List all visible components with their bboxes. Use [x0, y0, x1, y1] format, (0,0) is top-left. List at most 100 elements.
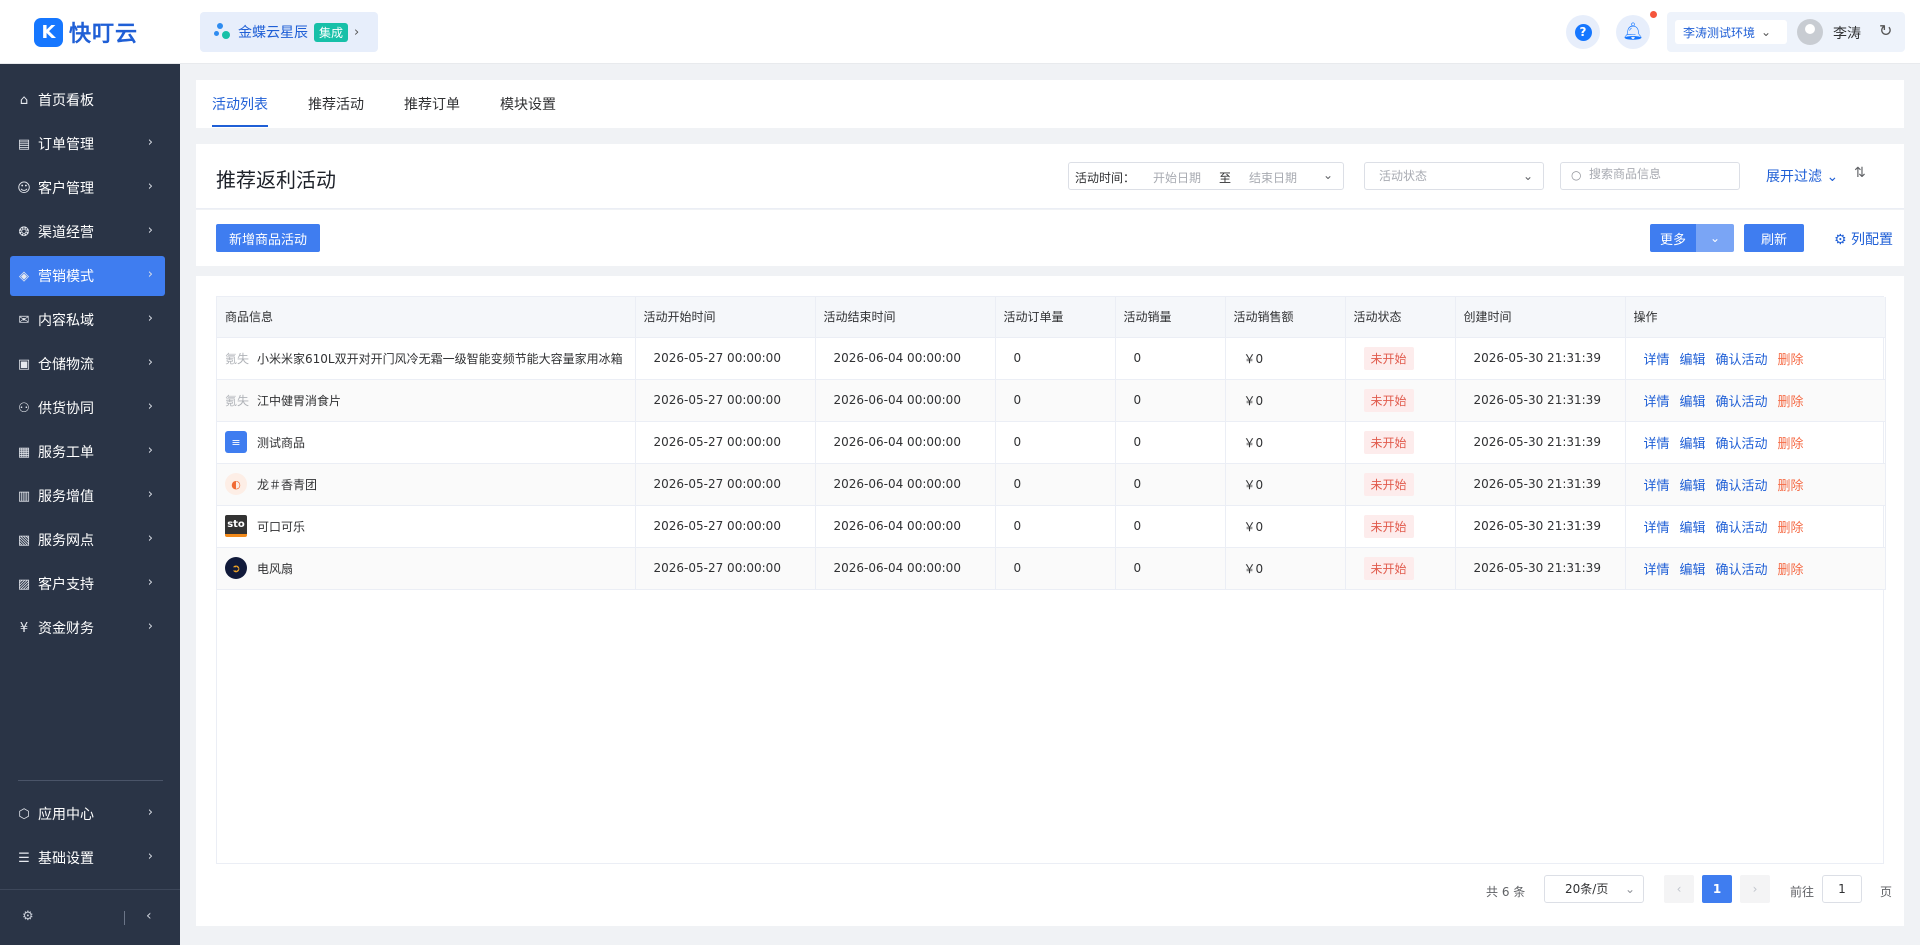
- detail-link[interactable]: 详情: [1644, 479, 1670, 494]
- warehouse-icon: ▣: [17, 356, 31, 372]
- sidebar-item-ticket[interactable]: ▦ 服务工单 ›: [10, 432, 165, 472]
- sidebar-divider: [18, 780, 163, 781]
- more-button-label[interactable]: 更多: [1650, 224, 1696, 252]
- expand-filter-button[interactable]: 展开过滤 ⌄: [1766, 166, 1838, 186]
- title-bar: 推荐返利活动 活动时间： 开始日期 至 结束日期 ⌄ 活动状态 ⌄ ○ 展开过滤…: [196, 144, 1904, 209]
- cell-amount: ￥0: [1225, 505, 1346, 548]
- avatar[interactable]: [1797, 19, 1823, 45]
- sidebar-item-settings-list[interactable]: ☰ 基础设置 ›: [10, 838, 165, 878]
- table-row: ➲ 电风扇 2026-05-27 00:00:00 2026-06-04 00:00:…: [217, 547, 1886, 590]
- detail-link[interactable]: 详情: [1644, 395, 1670, 410]
- product-name: 测试商品: [257, 435, 306, 450]
- cell-start: 2026-05-27 00:00:00: [635, 463, 816, 506]
- tab-recommended-orders[interactable]: 推荐订单: [404, 94, 460, 114]
- edit-link[interactable]: 编辑: [1680, 395, 1706, 410]
- collapse-sidebar-icon[interactable]: ‹: [146, 908, 152, 924]
- delete-link[interactable]: 删除: [1778, 395, 1804, 410]
- cell-orders: 0: [995, 505, 1116, 548]
- sidebar-item-yuan[interactable]: ¥ 资金财务 ›: [10, 608, 165, 648]
- table-row: sto 可口可乐 2026-05-27 00:00:00 2026-06-04 00:…: [217, 505, 1886, 548]
- detail-link[interactable]: 详情: [1644, 353, 1670, 368]
- refresh-icon[interactable]: ↻: [1879, 21, 1892, 40]
- activity-date-range[interactable]: 活动时间： 开始日期 至 结束日期 ⌄: [1068, 162, 1344, 190]
- prev-page-button[interactable]: ‹: [1664, 875, 1694, 903]
- delete-link[interactable]: 删除: [1778, 437, 1804, 452]
- sidebar-item-support[interactable]: ▨ 客户支持 ›: [10, 564, 165, 604]
- add-product-activity-button[interactable]: 新增商品活动: [216, 224, 320, 252]
- edit-link[interactable]: 编辑: [1680, 437, 1706, 452]
- sidebar-item-tag[interactable]: ◈ 营销模式 ›: [10, 256, 165, 296]
- delete-link[interactable]: 删除: [1778, 521, 1804, 536]
- tab-module-settings[interactable]: 模块设置: [500, 94, 556, 114]
- delete-link[interactable]: 删除: [1778, 563, 1804, 578]
- table-body: 氪失 小米米家610L双开对开门风冷无霜一级智能变频节能大容量家用冰箱 2026-0…: [217, 337, 1886, 590]
- start-date-input[interactable]: 开始日期: [1153, 169, 1201, 186]
- confirm-activity-link[interactable]: 确认活动: [1716, 563, 1768, 578]
- chevron-right-icon: ›: [147, 179, 153, 194]
- sidebar-item-app-center[interactable]: ⬡ 应用中心 ›: [10, 794, 165, 834]
- delete-link[interactable]: 删除: [1778, 353, 1804, 368]
- chevron-right-icon: ›: [147, 805, 153, 820]
- table-row: ≡ 测试商品 2026-05-27 00:00:00 2026-06-04 00:00…: [217, 421, 1886, 464]
- column-header: 活动状态: [1345, 297, 1456, 338]
- edit-link[interactable]: 编辑: [1680, 563, 1706, 578]
- confirm-activity-link[interactable]: 确认活动: [1716, 521, 1768, 536]
- gift-icon: ▥: [17, 488, 31, 504]
- app-logo[interactable]: K 快叮云: [34, 16, 138, 48]
- delete-link[interactable]: 删除: [1778, 479, 1804, 494]
- confirm-activity-link[interactable]: 确认活动: [1716, 395, 1768, 410]
- expand-filter-label: 展开过滤: [1766, 169, 1822, 185]
- edit-link[interactable]: 编辑: [1680, 521, 1706, 536]
- gear-icon[interactable]: ⚙: [22, 909, 34, 924]
- help-button[interactable]: ?: [1566, 15, 1600, 49]
- cell-amount: ￥0: [1225, 421, 1346, 464]
- sort-icon[interactable]: ⇅: [1854, 165, 1866, 181]
- sidebar-item-gift[interactable]: ▥ 服务增值 ›: [10, 476, 165, 516]
- product-cell: 氪失 小米米家610L双开对开门风冷无霜一级智能变频节能大容量家用冰箱: [217, 337, 636, 380]
- brand-name: 快叮云: [69, 22, 139, 47]
- env-select[interactable]: 李涛测试环境 ⌄: [1675, 20, 1787, 44]
- search-input[interactable]: [1589, 167, 1729, 181]
- detail-link[interactable]: 详情: [1644, 437, 1670, 452]
- column-config-button[interactable]: ⚙ 列配置: [1834, 229, 1893, 249]
- chevron-down-icon[interactable]: ⌄: [1696, 224, 1734, 252]
- page-number-current[interactable]: 1: [1702, 875, 1732, 903]
- end-date-input[interactable]: 结束日期: [1249, 169, 1297, 186]
- chevron-right-icon: ›: [147, 443, 153, 458]
- more-button[interactable]: 更多 ⌄: [1650, 224, 1734, 252]
- sidebar-item-supply[interactable]: ⚇ 供货协同 ›: [10, 388, 165, 428]
- next-page-button[interactable]: ›: [1740, 875, 1770, 903]
- store-icon: ▧: [17, 532, 31, 548]
- goto-page-input[interactable]: 1: [1822, 875, 1862, 903]
- integration-switch[interactable]: 金蝶云星辰 集成 ›: [200, 12, 378, 52]
- cell-start: 2026-05-27 00:00:00: [635, 337, 816, 380]
- chevron-right-icon: ›: [147, 355, 153, 370]
- sidebar-item-store[interactable]: ▧ 服务网点 ›: [10, 520, 165, 560]
- activity-status-select[interactable]: 活动状态 ⌄: [1364, 162, 1544, 190]
- edit-link[interactable]: 编辑: [1680, 353, 1706, 368]
- cell-created: 2026-05-30 21:31:39: [1455, 505, 1626, 548]
- chevron-down-icon: ⌄: [1624, 882, 1635, 896]
- confirm-activity-link[interactable]: 确认活动: [1716, 437, 1768, 452]
- cell-created: 2026-05-30 21:31:39: [1455, 547, 1626, 590]
- page-size-select[interactable]: 20条/页 ⌄: [1544, 875, 1644, 903]
- cell-end: 2026-06-04 00:00:00: [815, 379, 996, 422]
- detail-link[interactable]: 详情: [1644, 563, 1670, 578]
- tab-recommended-activity[interactable]: 推荐活动: [308, 94, 364, 114]
- tab-activity-list[interactable]: 活动列表: [212, 94, 268, 114]
- confirm-activity-link[interactable]: 确认活动: [1716, 353, 1768, 368]
- sidebar-item-channel[interactable]: ❂ 渠道经营 ›: [10, 212, 165, 252]
- sidebar-item-user[interactable]: ☺ 客户管理 ›: [10, 168, 165, 208]
- user-name: 李涛: [1833, 26, 1861, 42]
- edit-link[interactable]: 编辑: [1680, 479, 1706, 494]
- confirm-activity-link[interactable]: 确认活动: [1716, 479, 1768, 494]
- sidebar-item-order[interactable]: ▤ 订单管理 ›: [10, 124, 165, 164]
- sidebar-item-mail[interactable]: ✉ 内容私域 ›: [10, 300, 165, 340]
- kingdee-dots-icon: [214, 23, 232, 41]
- sidebar-item-warehouse[interactable]: ▣ 仓储物流 ›: [10, 344, 165, 384]
- cell-sales: 0: [1115, 337, 1226, 380]
- detail-link[interactable]: 详情: [1644, 521, 1670, 536]
- notification-button[interactable]: 🔔︎: [1616, 15, 1650, 49]
- sidebar-item-home[interactable]: ⌂ 首页看板: [10, 80, 165, 120]
- refresh-button[interactable]: 刷新: [1744, 224, 1804, 252]
